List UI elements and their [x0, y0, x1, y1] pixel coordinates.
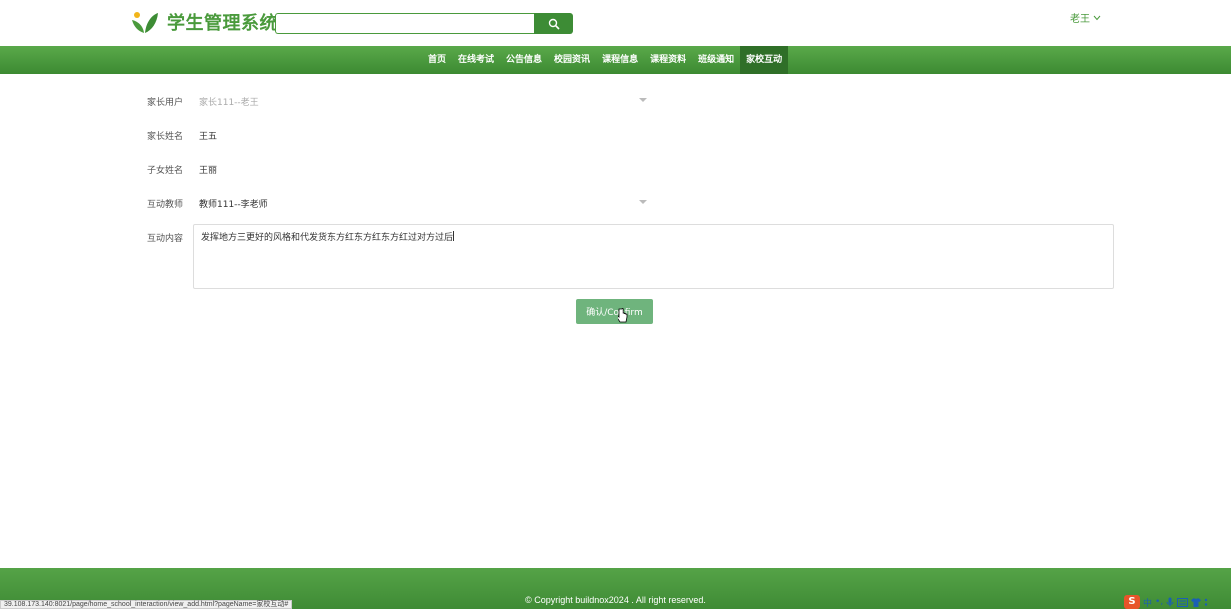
- nav-list: 首页 在线考试 公告信息 校园资讯 课程信息 课程资料 班级通知 家校互动: [422, 46, 789, 74]
- nav-item-online-exam[interactable]: 在线考试: [452, 46, 500, 74]
- punctuation-icon[interactable]: •,: [1155, 597, 1163, 607]
- search-bar: [275, 13, 573, 34]
- more-icon[interactable]: [1204, 598, 1208, 607]
- nav-item-course-info[interactable]: 课程信息: [596, 46, 644, 74]
- hand-pointer-icon: [618, 308, 628, 323]
- parent-user-select[interactable]: 家长111--老王: [199, 95, 259, 108]
- status-bar-url: 39.108.173.140:8021/page/home_school_int…: [0, 600, 293, 609]
- logo[interactable]: 学生管理系统: [131, 7, 278, 37]
- search-button[interactable]: [534, 13, 573, 34]
- microphone-icon[interactable]: [1166, 597, 1174, 607]
- nav-item-course-materials[interactable]: 课程资料: [644, 46, 692, 74]
- nav-item-announcements[interactable]: 公告信息: [500, 46, 548, 74]
- user-name: 老王: [1070, 14, 1090, 25]
- child-name-field[interactable]: 王丽: [199, 163, 217, 176]
- user-menu[interactable]: 老王: [1070, 10, 1101, 25]
- parent-name-field[interactable]: 王五: [199, 129, 217, 142]
- teacher-label: 互动教师: [146, 200, 183, 210]
- chevron-down-icon: [1093, 15, 1101, 20]
- content-text: 发挥地方三更好的风格和代发货东方红东方红东方红过对方过后: [201, 233, 454, 243]
- shirt-icon[interactable]: [1191, 597, 1202, 607]
- parent-name-label: 家长姓名: [146, 132, 183, 142]
- parent-user-caret-icon[interactable]: [639, 98, 647, 102]
- content-textarea[interactable]: 发挥地方三更好的风格和代发货东方红东方红东方红过对方过后: [193, 224, 1114, 289]
- parent-user-label: 家长用户: [146, 98, 183, 108]
- sogou-ime-icon[interactable]: S: [1124, 595, 1140, 609]
- search-input[interactable]: [275, 13, 534, 34]
- teacher-select[interactable]: 教师111--李老师: [199, 197, 268, 210]
- nav-item-campus-news[interactable]: 校园资讯: [548, 46, 596, 74]
- ime-tray: S 中 •,: [1124, 595, 1231, 609]
- nav-item-class-notices[interactable]: 班级通知: [692, 46, 740, 74]
- confirm-button[interactable]: 确认/Confirm: [576, 299, 653, 324]
- search-icon: [548, 18, 560, 30]
- content-label: 互动内容: [146, 234, 183, 244]
- header: 学生管理系统 老王: [0, 0, 1231, 46]
- nav-item-home[interactable]: 首页: [422, 46, 452, 74]
- logo-text: 学生管理系统: [167, 13, 278, 34]
- text-cursor: [453, 231, 455, 241]
- leaf-logo-icon: [132, 12, 158, 33]
- main-nav: 首页 在线考试 公告信息 校园资讯 课程信息 课程资料 班级通知 家校互动: [0, 46, 1231, 74]
- ime-mode-label[interactable]: 中: [1143, 596, 1152, 609]
- child-name-label: 子女姓名: [146, 166, 183, 176]
- teacher-caret-icon[interactable]: [639, 200, 647, 204]
- keyboard-icon[interactable]: [1177, 597, 1189, 607]
- nav-item-home-school-interaction[interactable]: 家校互动: [740, 46, 789, 74]
